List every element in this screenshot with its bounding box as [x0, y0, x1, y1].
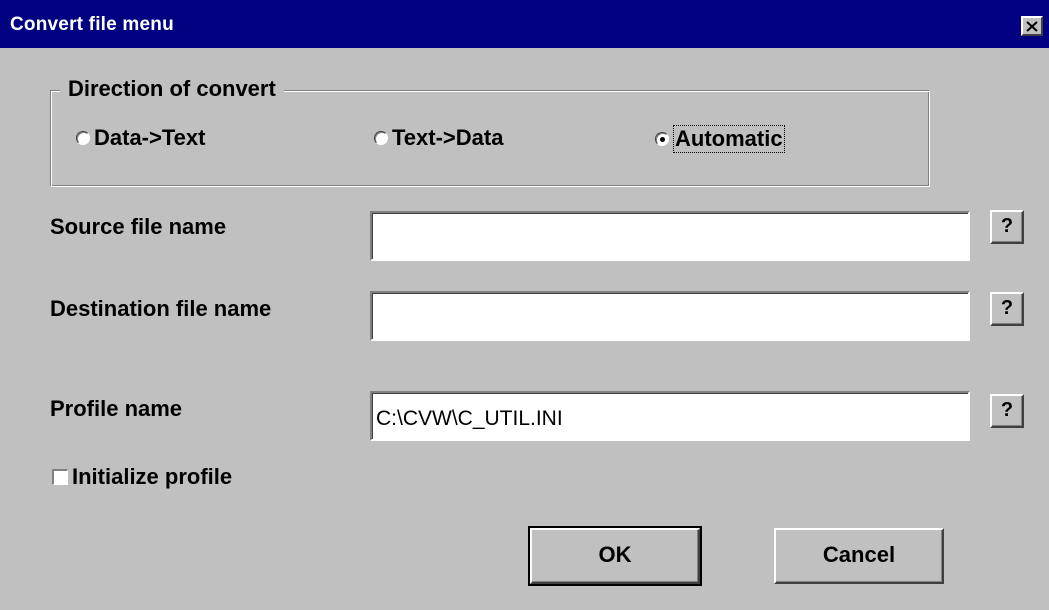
source-file-input[interactable] [370, 211, 970, 261]
direction-group-legend: Direction of convert [60, 76, 284, 102]
ok-button[interactable]: OK [528, 526, 702, 586]
destination-browse-button[interactable]: ? [990, 292, 1024, 326]
profile-browse-button[interactable]: ? [990, 394, 1024, 428]
radio-selected-icon [655, 132, 669, 146]
radio-circle-icon [374, 131, 388, 145]
radio-data-to-text[interactable]: Data->Text [76, 125, 205, 151]
destination-file-input[interactable] [370, 291, 970, 341]
close-icon [1026, 20, 1038, 32]
profile-name-label: Profile name [50, 396, 183, 421]
close-button[interactable] [1021, 16, 1043, 36]
window-title: Convert file menu [10, 14, 174, 35]
title-bar[interactable]: Convert file menu [0, 0, 1049, 48]
cancel-button[interactable]: Cancel [774, 528, 944, 584]
profile-name-input[interactable]: C:\CVW\C_UTIL.INI [370, 391, 970, 441]
initialize-profile-checkbox[interactable]: Initialize profile [52, 464, 232, 490]
radio-label: Automatic [673, 125, 785, 153]
source-file-label: Source file name [50, 214, 227, 239]
radio-label: Data->Text [94, 125, 206, 150]
checkbox-icon [52, 469, 68, 485]
convert-file-dialog: Convert file menu Direction of convert D… [0, 0, 1049, 610]
radio-label: Text->Data [392, 125, 504, 150]
source-browse-button[interactable]: ? [990, 210, 1024, 244]
checkbox-label: Initialize profile [72, 464, 233, 489]
destination-file-label: Destination file name [50, 296, 272, 321]
radio-automatic[interactable]: Automatic [655, 125, 785, 153]
radio-text-to-data[interactable]: Text->Data [374, 125, 503, 151]
radio-circle-icon [76, 131, 90, 145]
